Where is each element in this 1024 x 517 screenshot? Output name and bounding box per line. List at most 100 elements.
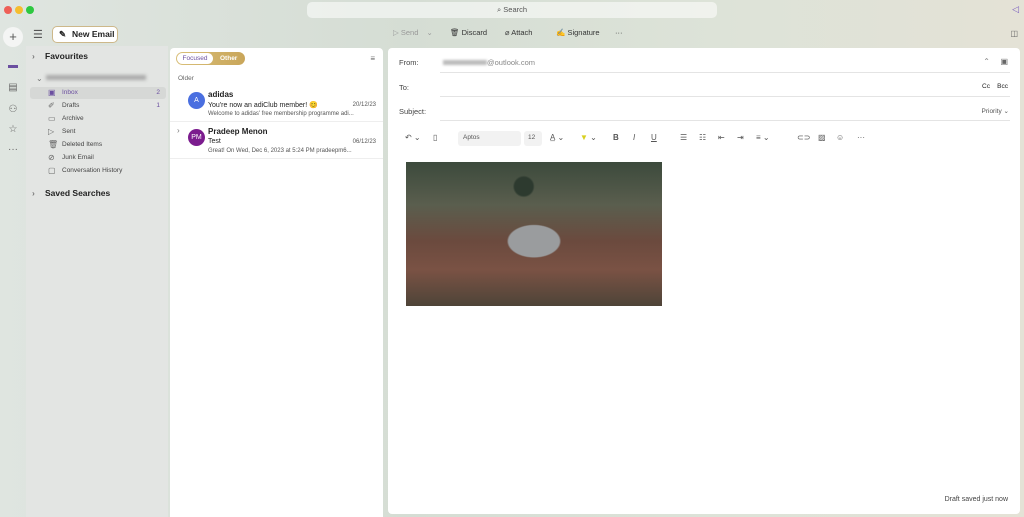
date: 06/12/23 (352, 139, 376, 145)
more-options-button[interactable]: ··· (615, 28, 623, 37)
inline-image-baseball-player[interactable] (406, 162, 662, 306)
folder-label: Sent (62, 128, 76, 135)
contacts-icon[interactable]: ▣ (1000, 57, 1008, 66)
junk-icon: ⊘ (48, 153, 55, 162)
undo-icon[interactable]: ↶ ⌄ (405, 133, 421, 142)
folder-inbox[interactable]: ▣ Inbox 2 (30, 87, 166, 99)
new-email-button[interactable]: ✎ New Email (52, 26, 118, 43)
highlight-icon[interactable]: ▼ ⌄ (580, 133, 597, 142)
hamburger-menu-icon[interactable]: ☰ (33, 28, 43, 41)
increase-indent-icon[interactable]: ⇥ (737, 133, 744, 142)
draft-status: Draft saved just now (944, 496, 1008, 503)
compose-icon: ✎ (59, 29, 67, 39)
send-label: Send (400, 28, 419, 37)
subject-field[interactable] (440, 103, 960, 117)
from-field[interactable]: @outlook.com (443, 58, 535, 67)
people-icon[interactable]: ⚇ (6, 104, 20, 118)
sender: adidas (208, 90, 234, 99)
align-icon[interactable]: ≡ ⌄ (756, 133, 770, 142)
search-bar[interactable]: ⌕ Search (307, 2, 717, 18)
trash-icon: 🗑 (450, 28, 460, 37)
more-apps-icon[interactable]: ··· (6, 144, 20, 158)
collapse-icon[interactable]: ⌃ (983, 57, 990, 66)
from-label: From: (399, 58, 419, 67)
decrease-indent-icon[interactable]: ⇤ (718, 133, 725, 142)
tab-focused[interactable]: Focused (177, 53, 213, 64)
clipboard-icon[interactable]: ▯ (433, 133, 437, 142)
folder-label: Junk Email (62, 154, 94, 161)
discard-button[interactable]: 🗑 Discard (450, 28, 487, 37)
subject: Test (208, 138, 221, 145)
signature-label: Signature (567, 28, 600, 37)
folder-sent[interactable]: ▷ Sent (30, 126, 166, 138)
priority-dropdown[interactable]: Priority ⌄ (982, 107, 1010, 115)
folder-drafts[interactable]: ✐ Drafts 1 (30, 100, 166, 112)
sender: Pradeep Menon (208, 127, 268, 136)
inbox-icon: ▣ (48, 88, 56, 97)
insert-picture-icon[interactable]: ▨ (818, 133, 826, 142)
to-label: To: (399, 83, 410, 92)
tab-other[interactable]: Other (220, 52, 237, 65)
subject-label: Subject: (399, 107, 427, 116)
list-item[interactable]: › PM Pradeep Menon Test 06/12/23 Great! … (170, 123, 383, 159)
close-window-button[interactable] (4, 6, 12, 14)
search-placeholder: Search (503, 5, 528, 14)
font-size-select[interactable]: 12 (524, 131, 542, 146)
folder-label: Drafts (62, 102, 80, 109)
from-value: @outlook.com (487, 58, 536, 67)
date: 20/12/23 (352, 102, 376, 108)
folder-conversation-history[interactable]: ▢ Conversation History (30, 165, 166, 177)
underline-icon[interactable]: U (651, 133, 657, 142)
saved-searches-section[interactable]: › Saved Searches (32, 188, 111, 198)
group-header: Older (178, 75, 194, 82)
attach-button[interactable]: ⌀ Attach (505, 28, 532, 37)
folder-junk[interactable]: ⊘ Junk Email (30, 152, 166, 164)
emoji-icon[interactable]: ☺ (836, 133, 844, 142)
more-format-icon[interactable]: ··· (857, 133, 865, 142)
font-family-select[interactable]: Aptos (458, 131, 521, 146)
expand-thread-icon[interactable]: › (177, 126, 180, 135)
numbering-icon[interactable]: ☷ (699, 133, 706, 142)
folder-archive[interactable]: ▭ Archive (30, 113, 166, 125)
favourites-section[interactable]: › Favourites (32, 51, 88, 61)
signature-icon: ✍ (556, 28, 566, 37)
filter-icon[interactable]: ≡ (370, 54, 375, 63)
bcc-button[interactable]: Bcc (997, 83, 1008, 90)
compose-pane: From: @outlook.com ⌃ ▣ To: Cc Bcc Subjec… (388, 48, 1020, 514)
folder-deleted[interactable]: 🗑 Deleted Items (30, 139, 166, 151)
focused-other-toggle[interactable]: Focused Other (176, 52, 245, 65)
folder-label: Inbox (62, 89, 78, 96)
draft-count: 1 (156, 102, 160, 109)
italic-icon[interactable]: I (633, 133, 635, 142)
account-name[interactable] (46, 75, 146, 80)
maximize-window-button[interactable] (26, 6, 34, 14)
archive-icon: ▭ (48, 114, 56, 123)
copilot-icon[interactable]: ◁ (1012, 4, 1019, 15)
minimize-window-button[interactable] (15, 6, 23, 14)
list-item[interactable]: A adidas You're now an adiClub member! 😊… (170, 86, 383, 122)
folder-label: Conversation History (62, 167, 123, 174)
bold-icon[interactable]: B (613, 133, 619, 142)
signature-button[interactable]: ✍ Signature (556, 28, 600, 37)
account-chevron-icon[interactable]: ⌄ (36, 74, 43, 83)
send-button[interactable]: ▷ Send ⌄ (393, 28, 433, 37)
folder-label: Archive (62, 115, 84, 122)
avatar: A (188, 92, 205, 109)
cc-button[interactable]: Cc (982, 83, 990, 90)
attach-label: Attach (511, 28, 533, 37)
drafts-icon: ✐ (48, 101, 55, 110)
paperclip-icon: ⌀ (505, 28, 510, 37)
saved-searches-label: Saved Searches (45, 188, 111, 198)
pop-out-icon[interactable]: ◫ (1010, 29, 1018, 38)
favorites-icon[interactable]: ☆ (6, 124, 20, 138)
calendar-icon[interactable]: ▤ (6, 82, 20, 96)
priority-label: Priority (981, 108, 1002, 115)
link-icon[interactable]: ⊂⊃ (797, 133, 810, 142)
font-color-icon[interactable]: A̲ ⌄ (550, 133, 564, 142)
bullets-icon[interactable]: ☰ (680, 133, 687, 142)
favourites-label: Favourites (45, 51, 88, 61)
app-rail: ▬ ▤ ⚇ ☆ ··· (0, 24, 26, 517)
mail-icon[interactable]: ▬ (6, 60, 20, 74)
to-field[interactable] (440, 78, 960, 92)
subject: You're now an adiClub member! 😊 (208, 102, 318, 109)
